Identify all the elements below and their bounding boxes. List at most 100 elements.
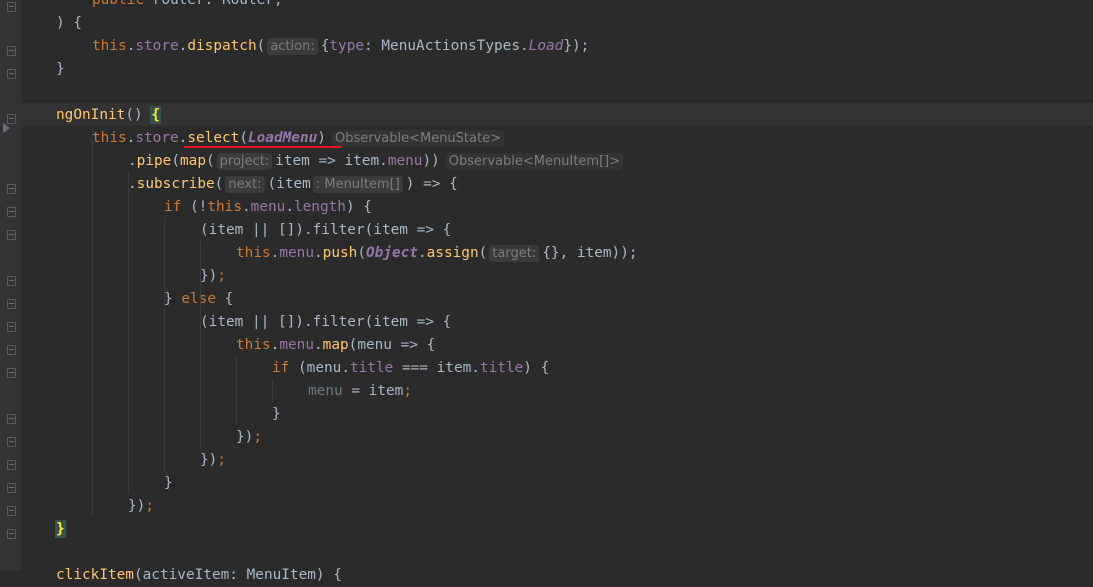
code-token: title [479,360,524,376]
code-token: ) { [56,15,82,31]
code-token: ( [206,153,215,169]
code-token: (! [190,199,208,215]
code-token: () [125,107,152,123]
code-token: map [322,337,349,353]
code-token: === item. [393,360,480,376]
fold-marker-icon[interactable] [7,230,16,240]
code-token: map [180,153,206,169]
fold-marker-icon[interactable] [7,46,16,56]
code-token: ngOnInit [56,107,126,123]
indent-guide [92,126,93,517]
code-line[interactable]: } else { [164,288,233,311]
code-line[interactable]: }); [128,495,154,518]
code-token: assign [426,245,479,261]
code-token: ; [217,268,226,284]
code-line[interactable]: clickItem(activeItem: MenuItem) { [56,564,342,587]
code-line[interactable]: this.menu.map(menu => { [236,334,435,357]
code-token: ( [171,153,180,169]
code-line[interactable]: }); [200,265,226,288]
fold-marker-icon[interactable] [7,322,16,332]
code-token: ) { [523,360,550,376]
code-token: menu [279,337,314,353]
fold-marker-icon[interactable] [7,207,16,217]
code-token: (item [267,176,311,192]
code-line[interactable]: (item || []).filter(item => { [200,219,451,242]
code-token: }) [236,429,254,445]
code-token: else [181,291,225,307]
code-token: menu [387,153,423,169]
code-token: if [164,199,190,215]
code-token: ) { [345,199,372,215]
fold-marker-icon[interactable] [7,437,16,447]
code-token: }) [200,268,218,284]
code-token: Load [528,38,564,54]
indent-guide [236,356,237,425]
matched-brace: { [150,106,161,124]
type-hint: Observable<MenuState> [331,130,504,147]
code-line[interactable]: }); [200,449,226,472]
code-line[interactable]: menu = item; [308,380,412,403]
code-line[interactable]: if (!this.menu.length) { [164,196,372,219]
code-token: . [128,153,137,169]
code-token: . [128,176,137,192]
code-token: select [187,130,240,146]
code-token: ; [217,452,226,468]
fold-marker-icon[interactable] [7,184,16,194]
code-line[interactable]: this.store.dispatch(action: {type: MenuAc… [92,35,589,58]
fold-marker-icon[interactable] [7,506,16,516]
code-token: ( [214,176,224,192]
fold-marker-icon[interactable] [7,483,16,493]
fold-marker-icon[interactable] [7,299,16,309]
code-token: type [329,38,365,54]
code-line[interactable]: .pipe(map(project: item => item.menu)) Obs… [128,150,624,173]
code-token: } [272,406,281,422]
editor-gutter [0,0,22,571]
fold-marker-icon[interactable] [7,460,16,470]
gutter-arrow-icon[interactable] [3,123,10,133]
code-token: ( [256,38,266,54]
code-token: . [417,245,427,261]
code-token: Object [365,245,418,261]
code-line[interactable]: .subscribe(next: (item: MenuItem[]) => { [128,173,458,196]
code-token: } [56,61,65,77]
fold-marker-icon[interactable] [7,414,16,424]
parameter-hint: target: [489,245,540,262]
parameter-hint: : MenuItem[] [312,176,403,193]
error-underline [184,146,342,148]
fold-marker-icon[interactable] [7,529,16,539]
code-line[interactable]: }); [236,426,262,449]
code-editor[interactable]: public router: Router; ) { this.store.disp… [0,0,1093,583]
fold-marker-icon[interactable] [7,2,16,12]
code-line[interactable]: } [164,472,173,495]
code-token: clickItem [56,567,134,583]
code-token: pipe [136,153,172,169]
code-token: menu [279,245,314,261]
parameter-hint: next: [225,176,265,193]
fold-marker-icon[interactable] [7,345,16,355]
code-token: subscribe [136,176,215,192]
code-line[interactable]: } [272,403,281,426]
code-line[interactable]: } [56,58,65,81]
code-line[interactable]: ) { [56,12,82,35]
code-line[interactable]: this.menu.push(Object.assign(target: {}, … [236,242,638,265]
code-token: if [272,360,298,376]
code-token: this [207,199,242,215]
fold-marker-icon[interactable] [7,276,16,286]
code-line[interactable]: public router: Router; [92,0,283,12]
fold-marker-icon[interactable] [7,368,16,378]
code-token: push [322,245,358,261]
parameter-hint: action: [267,38,318,55]
code-line[interactable]: ngOnInit() { [56,104,161,127]
code-token: this [236,245,271,261]
code-token: {}, item)); [542,245,638,261]
code-token: ( [478,245,488,261]
fold-marker-icon[interactable] [7,69,16,79]
code-token: (menu. [298,360,350,376]
code-token: ( [239,130,248,146]
code-token: this [236,337,271,353]
code-line[interactable]: if (menu.title === item.title) { [272,357,549,380]
code-line[interactable]: (item || []).filter(item => { [200,311,451,334]
code-line[interactable]: } [55,518,66,541]
code-token: ; [253,429,262,445]
code-token: : MenuActionsTypes. [364,38,529,54]
